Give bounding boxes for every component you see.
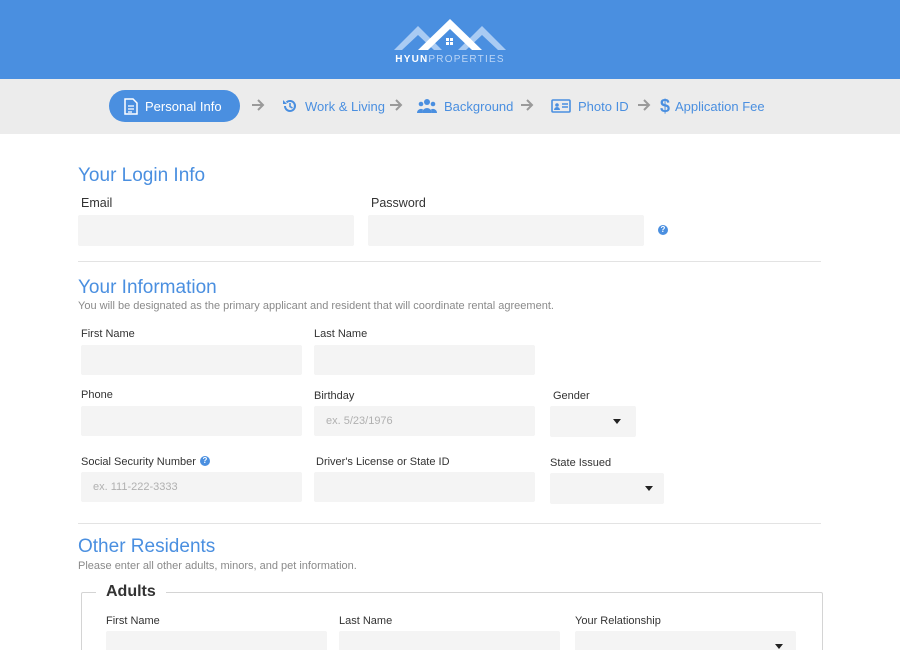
first-name-label: First Name [81,328,135,340]
gender-label: Gender [553,390,590,402]
birthday-field[interactable] [314,406,535,436]
email-label: Email [81,196,113,210]
step-photo-id[interactable]: Photo ID [551,90,629,122]
progress-stepper: Personal Info Work & Living Background P… [0,79,900,134]
password-label: Password [371,196,426,210]
ssn-label: Social Security Number [81,456,196,468]
step-label: Work & Living [305,98,385,114]
arrow-right-icon [521,99,534,111]
password-field[interactable] [368,215,644,246]
license-label: Driver's License or State ID [316,456,450,468]
license-field[interactable] [314,472,535,502]
email-field[interactable] [78,215,354,246]
question-circle-icon[interactable]: ? [200,456,210,466]
login-section-title: Your Login Info [78,165,206,186]
step-label: Photo ID [578,98,629,114]
relationship-label: Your Relationship [575,615,661,627]
site-header: HYUNPROPERTIES [0,0,900,79]
step-label: Personal Info [145,98,222,114]
caret-down-icon [645,486,653,491]
brand-wordmark: HYUNPROPERTIES [392,54,508,65]
section-divider [78,261,821,262]
brand-logo[interactable]: HYUNPROPERTIES [392,16,508,68]
section-divider [78,523,821,524]
step-label: Application Fee [675,98,765,114]
ssn-field[interactable] [81,472,302,502]
state-issued-select[interactable] [550,473,664,504]
caret-down-icon [613,419,621,424]
others-section-title: Other Residents [78,536,216,557]
caret-down-icon [775,644,783,649]
step-personal-info[interactable]: Personal Info [109,90,240,122]
document-icon [124,97,138,115]
info-section-subtitle: You will be designated as the primary ap… [78,300,554,312]
brand-name-bold: HYUN [395,54,429,65]
first-name-field[interactable] [81,345,302,375]
arrow-right-icon [252,99,265,111]
others-section-subtitle: Please enter all other adults, minors, a… [78,560,357,572]
step-background[interactable]: Background [417,90,513,122]
adult-last-name-field[interactable] [339,631,560,650]
dollar-icon: $ [660,95,671,116]
step-label: Background [444,98,514,114]
arrow-right-icon [390,99,403,111]
last-name-label: Last Name [314,328,368,340]
step-application-fee[interactable]: $ Application Fee [660,90,765,122]
phone-field[interactable] [81,406,302,436]
birthday-label: Birthday [314,390,355,402]
history-icon [282,98,298,114]
adults-legend: Adults [96,583,166,601]
adult-first-name-label: First Name [106,615,160,627]
gender-select[interactable] [550,406,636,437]
house-roofs-logo-icon [394,19,506,50]
phone-label: Phone [81,389,113,401]
state-issued-label: State Issued [550,457,612,469]
arrow-right-icon [638,99,651,111]
brand-name-light: PROPERTIES [428,54,505,65]
id-card-icon [551,99,571,113]
users-icon [417,98,437,114]
adult-first-name-field[interactable] [106,631,327,650]
info-section-title: Your Information [78,277,217,298]
step-work-living[interactable]: Work & Living [282,90,385,122]
last-name-field[interactable] [314,345,535,375]
adult-last-name-label: Last Name [339,615,393,627]
relationship-select[interactable] [575,631,796,650]
question-circle-icon[interactable]: ? [658,225,668,235]
